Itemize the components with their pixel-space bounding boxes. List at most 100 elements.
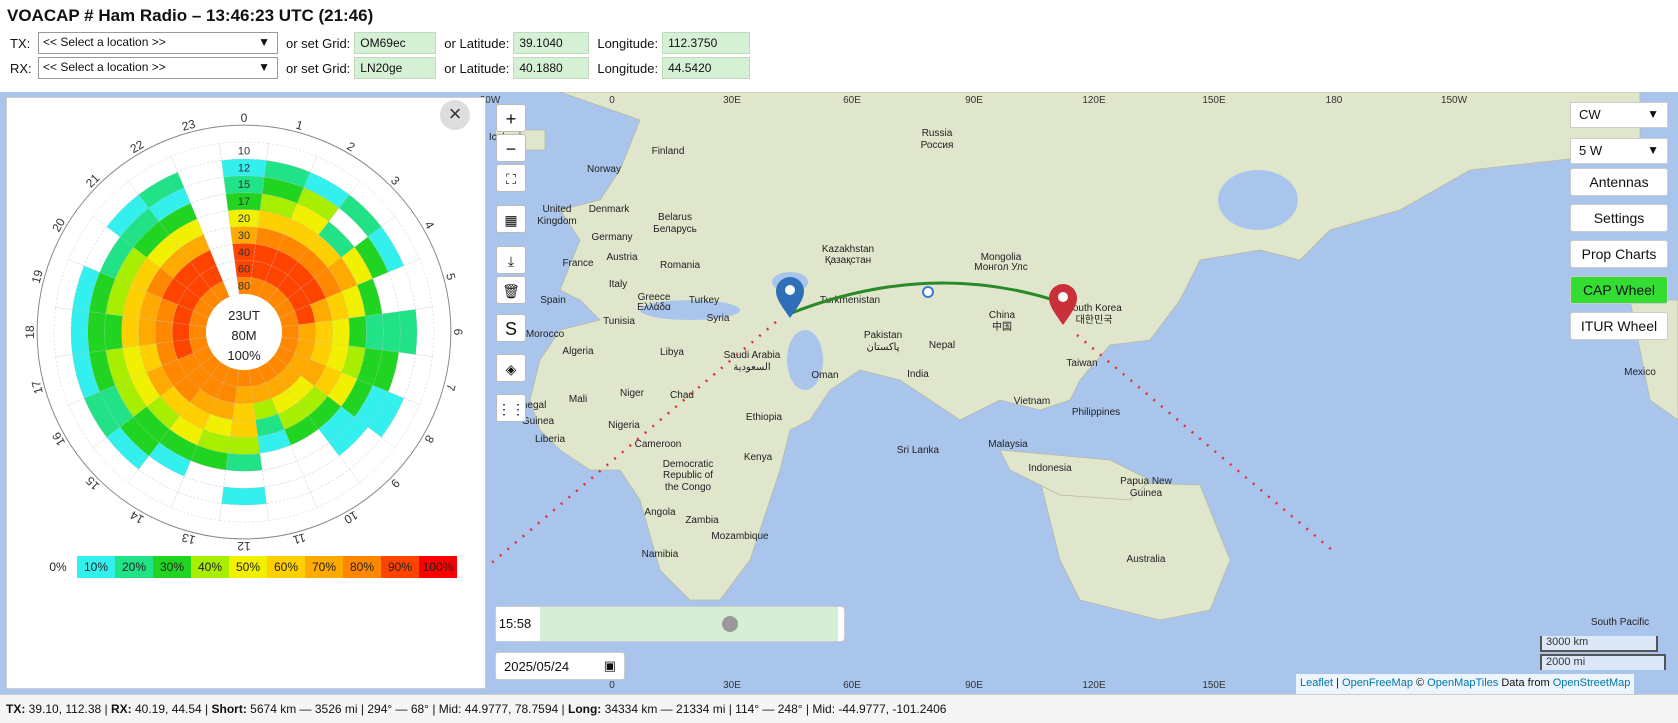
- tx-grid-input[interactable]: OM69ec: [354, 32, 437, 54]
- zoom-out-button[interactable]: −: [496, 134, 526, 162]
- cap-wheel-panel: 0 1 2 3 4 5 6 7 8 9 10 11 12 13 14 15 16 17 18 19 20 21 22 23 10…: [6, 97, 486, 689]
- s-button[interactable]: S: [496, 314, 526, 342]
- power-select[interactable]: 5 W ▼: [1570, 138, 1668, 164]
- midpoint-marker[interactable]: [922, 286, 934, 298]
- place-label: United: [543, 204, 572, 215]
- slider-handle[interactable]: [722, 616, 738, 632]
- tx-lon-input[interactable]: 112.3750: [662, 32, 751, 54]
- wheel-cell: [365, 313, 384, 351]
- scale-km: 3000 km: [1540, 636, 1658, 652]
- wheel-cell: [415, 306, 435, 358]
- zoom-in-button[interactable]: +: [496, 104, 526, 132]
- place-label: Cameroon: [635, 439, 682, 450]
- openfreemap-link[interactable]: OpenFreeMap: [1342, 677, 1413, 689]
- tx-lat-input[interactable]: 39.1040: [513, 32, 590, 54]
- fullscreen-icon[interactable]: ⛶: [496, 164, 526, 192]
- place-label: السعودية: [733, 362, 770, 373]
- place-label: Austria: [606, 252, 638, 263]
- place-label: Vietnam: [1014, 396, 1051, 407]
- longitude-label: 60E: [843, 680, 861, 691]
- place-label: Nepal: [929, 340, 955, 351]
- place-label: 대한민국: [1076, 314, 1113, 326]
- openmaptiles-link[interactable]: OpenMapTiles: [1427, 677, 1498, 689]
- attr-sep: |: [1333, 677, 1343, 689]
- tx-lat-label: or Latitude:: [444, 35, 510, 51]
- button-prop-charts[interactable]: Prop Charts: [1570, 240, 1668, 268]
- time-slider[interactable]: 15:58: [495, 606, 845, 642]
- status-tx: 39.10, 112.38 |: [25, 702, 111, 716]
- chevron-down-icon: ▼: [258, 60, 270, 74]
- trash-icon[interactable]: 🗑: [496, 276, 526, 304]
- close-icon[interactable]: ×: [440, 100, 470, 130]
- grid-icon[interactable]: ⋮⋮: [496, 394, 526, 422]
- band-label: 20: [238, 213, 250, 225]
- date-input[interactable]: 2025/05/24 ▣: [495, 652, 625, 680]
- wheel-cell: [331, 317, 350, 347]
- map-scale: 3000 km 2000 mi: [1540, 636, 1666, 672]
- rx-location-select[interactable]: << Select a location >> ▼: [38, 57, 278, 79]
- band-label: 30: [238, 230, 250, 242]
- button-itur-wheel[interactable]: ITUR Wheel: [1570, 312, 1668, 340]
- wheel-cell: [314, 320, 333, 344]
- longitude-label: 150W: [1441, 95, 1468, 106]
- place-label: Kenya: [744, 452, 773, 463]
- legend-label: 70%: [312, 560, 336, 574]
- wheel-cell: [225, 453, 263, 472]
- mode-select[interactable]: CW ▼: [1570, 102, 1668, 128]
- place-label: Libya: [660, 347, 684, 358]
- tx-lon-label: Longitude:: [597, 35, 659, 51]
- wheel-cell: [298, 322, 316, 342]
- tx-label: TX:: [10, 35, 31, 51]
- longitude-label: 0: [609, 680, 615, 691]
- download-icon[interactable]: ⤓: [496, 246, 526, 274]
- tx-row: TX: << Select a location >> ▼ or set Grid…: [10, 31, 751, 55]
- button-cap-wheel[interactable]: CAP Wheel: [1570, 276, 1668, 304]
- tx-grid-label: or set Grid:: [286, 35, 351, 51]
- place-label: پاکستان: [867, 342, 900, 353]
- button-settings[interactable]: Settings: [1570, 204, 1668, 232]
- place-label: Morocco: [526, 329, 565, 340]
- leaflet-link[interactable]: Leaflet: [1300, 677, 1333, 689]
- calendar-icon[interactable]: ▣: [604, 658, 616, 674]
- longitude-label: 120E: [1082, 680, 1106, 691]
- place-label: Zambia: [685, 515, 719, 526]
- band-label: 12: [238, 162, 250, 174]
- status-long-label: Long:: [567, 702, 602, 716]
- hour-label: 0: [241, 111, 248, 125]
- rx-lat-input[interactable]: 40.1880: [513, 57, 590, 79]
- status-rx-label: RX:: [110, 702, 132, 716]
- place-label: Chad: [670, 390, 694, 401]
- rx-grid-label: or set Grid:: [286, 60, 351, 76]
- place-label: Denmark: [589, 204, 631, 215]
- place-label: Spain: [540, 295, 566, 306]
- wheel-cell: [229, 419, 259, 438]
- button-antennas[interactable]: Antennas: [1570, 168, 1668, 196]
- slider-track[interactable]: [540, 607, 838, 641]
- tx-location-select[interactable]: << Select a location >> ▼: [38, 32, 278, 54]
- rx-lon-input[interactable]: 44.5420: [662, 57, 751, 79]
- rx-grid-input[interactable]: LN20ge: [354, 57, 437, 79]
- band-label: 10: [238, 145, 250, 157]
- place-label: Belarus: [658, 212, 692, 223]
- wheel-cell: [232, 402, 256, 421]
- place-label: Guinea: [1130, 488, 1163, 499]
- place-label: Беларусь: [653, 224, 697, 235]
- wheel-cell: [87, 311, 107, 353]
- legend-label: 90%: [388, 560, 412, 574]
- status-short: 5674 km — 3526 mi | 294° — 68° | Mid: 44…: [246, 702, 568, 716]
- longitude-label: 90E: [965, 95, 983, 106]
- chevron-down-icon: ▼: [1647, 107, 1659, 121]
- date-value: 2025/05/24: [504, 659, 570, 674]
- place-label: France: [562, 258, 594, 269]
- map-style-icon[interactable]: ▦: [496, 205, 526, 233]
- page-title: VOACAP # Ham Radio – 13:46:23 UTC (21:46…: [7, 6, 374, 25]
- place-label: Norway: [587, 164, 621, 175]
- rx-lat-label: or Latitude:: [444, 60, 510, 76]
- band-label: 60: [238, 264, 250, 276]
- openstreetmap-link[interactable]: OpenStreetMap: [1553, 677, 1631, 689]
- hour-label: 22: [128, 137, 147, 156]
- band-label: 80: [238, 281, 250, 293]
- layers-icon[interactable]: ◈: [496, 354, 526, 382]
- place-label: Taiwan: [1066, 358, 1097, 369]
- attr-copy: ©: [1412, 677, 1428, 689]
